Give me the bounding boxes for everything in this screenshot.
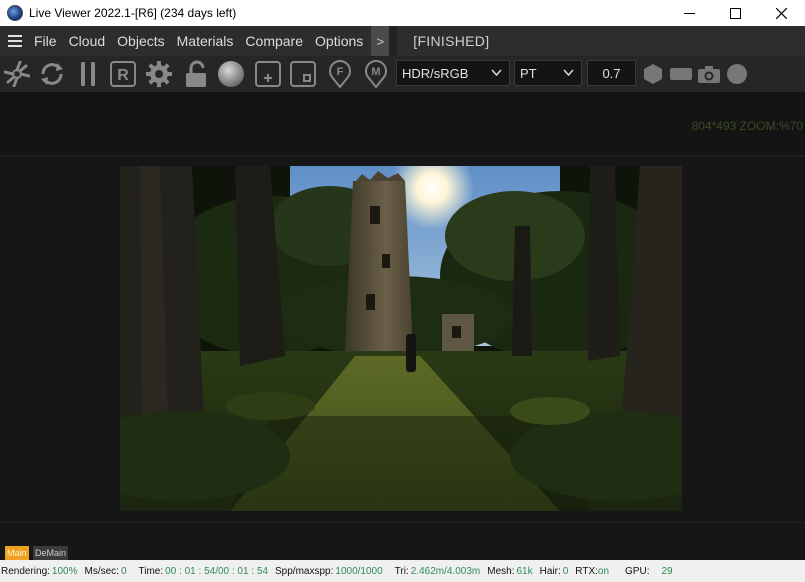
status-rtx-value: on <box>597 565 610 577</box>
minimize-button[interactable] <box>666 0 712 26</box>
resolution-zoom-info: 804*493 ZOOM:%70 <box>691 119 803 133</box>
material-sphere-icon[interactable] <box>216 59 246 89</box>
status-hair-value: 0 <box>562 565 569 577</box>
hamburger-icon <box>8 35 22 47</box>
toolbar: R F M HDR/sRGB PT 0.7 <box>0 56 805 92</box>
svg-text:F: F <box>337 66 344 78</box>
hexagon-icon[interactable] <box>638 59 668 89</box>
app-logo-icon <box>7 5 23 21</box>
menu-compare[interactable]: Compare <box>239 26 309 56</box>
circle-icon[interactable] <box>722 59 752 89</box>
object-icon[interactable] <box>288 59 318 89</box>
status-mesh-value: 61k <box>516 565 533 577</box>
status-time-value: 00 : 01 : 54/00 : 01 : 54 <box>165 565 269 577</box>
close-icon <box>775 7 787 19</box>
status-gpu-label: GPU: <box>625 565 650 577</box>
color-space-dropdown[interactable]: HDR/sRGB <box>396 60 510 86</box>
menu-cloud[interactable]: Cloud <box>63 26 112 56</box>
pause-icon[interactable] <box>73 59 103 89</box>
status-rendering-label: Rendering: <box>1 565 50 577</box>
viewport-header: 804*493 ZOOM:%70 <box>0 92 805 156</box>
hamburger-menu-button[interactable] <box>2 26 28 56</box>
unlock-icon[interactable] <box>181 59 211 89</box>
add-object-icon[interactable] <box>253 59 283 89</box>
svg-text:M: M <box>371 66 380 78</box>
rectangle-icon[interactable] <box>666 59 696 89</box>
menu-file[interactable]: File <box>28 26 63 56</box>
render-mode-dropdown[interactable]: PT <box>514 60 582 86</box>
menu-objects[interactable]: Objects <box>111 26 170 56</box>
window-title: Live Viewer 2022.1-[R6] (234 days left) <box>29 6 237 20</box>
maximize-icon <box>729 7 741 19</box>
status-hair-label: Hair: <box>539 565 561 577</box>
maximize-button[interactable] <box>712 0 758 26</box>
forest-ruin-render <box>120 166 682 511</box>
close-button[interactable] <box>758 0 804 26</box>
title-bar: Live Viewer 2022.1-[R6] (234 days left) <box>0 0 805 26</box>
status-bar: Rendering: 100% Ms/sec: 0 Time: 00 : 01 … <box>0 560 805 582</box>
chevron-down-icon <box>491 69 502 77</box>
refresh-icon[interactable] <box>37 59 67 89</box>
status-gpu-value: 29 <box>661 565 673 577</box>
status-rendering-value: 100% <box>51 565 78 577</box>
menu-options[interactable]: Options <box>309 26 369 56</box>
aperture-icon[interactable] <box>2 59 32 89</box>
status-mssec-value: 0 <box>120 565 127 577</box>
status-time-label: Time: <box>138 565 164 577</box>
menu-bar: File Cloud Objects Materials Compare Opt… <box>0 26 805 56</box>
status-mssec-label: Ms/sec: <box>84 565 119 577</box>
status-mesh-label: Mesh: <box>487 565 515 577</box>
status-rtx-label: RTX: <box>575 565 598 577</box>
render-output-image[interactable] <box>120 166 682 511</box>
menu-materials[interactable]: Materials <box>171 26 240 56</box>
status-spp-label: Spp/maxspp: <box>275 565 334 577</box>
camera-icon[interactable] <box>694 59 724 89</box>
settings-gear-icon[interactable] <box>144 59 174 89</box>
exposure-input[interactable]: 0.7 <box>587 60 636 86</box>
f-marker-icon[interactable]: F <box>325 59 355 89</box>
status-tri-value: 2.462m/4.003m <box>410 565 481 577</box>
render-status-label: [FINISHED] <box>413 33 490 49</box>
menu-divider <box>389 26 398 56</box>
tab-demain[interactable]: DeMain <box>33 546 69 560</box>
color-space-selected: HDR/sRGB <box>402 65 469 81</box>
m-marker-icon[interactable]: M <box>361 59 391 89</box>
tab-main[interactable]: Main <box>5 546 29 560</box>
status-spp-value: 1000/1000 <box>335 565 383 577</box>
minimize-icon <box>683 12 695 14</box>
status-tri-label: Tri: <box>394 565 409 577</box>
menu-overflow-button[interactable]: > <box>371 26 390 56</box>
region-render-icon[interactable]: R <box>108 59 138 89</box>
chevron-down-icon <box>563 69 574 77</box>
render-tabs-row: Main DeMain <box>0 522 805 560</box>
svg-text:R: R <box>117 67 129 84</box>
render-mode-selected: PT <box>520 65 537 81</box>
